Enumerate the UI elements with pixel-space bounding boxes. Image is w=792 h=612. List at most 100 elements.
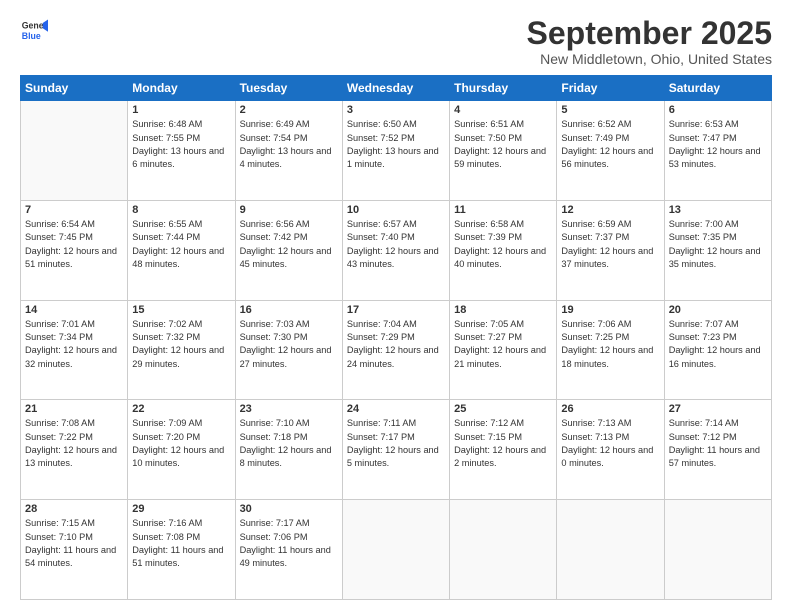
calendar-cell: 22Sunrise: 7:09 AMSunset: 7:20 PMDayligh… bbox=[128, 400, 235, 500]
day-info: Sunrise: 7:16 AMSunset: 7:08 PMDaylight:… bbox=[132, 517, 230, 570]
day-info: Sunrise: 7:06 AMSunset: 7:25 PMDaylight:… bbox=[561, 318, 659, 371]
day-info: Sunrise: 7:08 AMSunset: 7:22 PMDaylight:… bbox=[25, 417, 123, 470]
day-number: 10 bbox=[347, 204, 445, 216]
header: General Blue September 2025 New Middleto… bbox=[20, 16, 772, 67]
day-number: 30 bbox=[240, 503, 338, 515]
calendar-cell: 9 Sunrise: 6:56 AMSunset: 7:42 PMDaylight… bbox=[235, 200, 342, 300]
day-info: Sunrise: 6:50 AMSunset: 7:52 PMDaylight:… bbox=[347, 118, 445, 171]
calendar-week-3: 14 Sunrise: 7:01 AMSunset: 7:34 PMDayligh… bbox=[21, 300, 772, 400]
logo-icon: General Blue bbox=[20, 16, 48, 44]
calendar-header-saturday: Saturday bbox=[664, 76, 771, 101]
day-info: Sunrise: 6:51 AMSunset: 7:50 PMDaylight:… bbox=[454, 118, 552, 171]
calendar-cell: 12 Sunrise: 6:59 AMSunset: 7:37 PMDayligh… bbox=[557, 200, 664, 300]
page: General Blue September 2025 New Middleto… bbox=[0, 0, 792, 612]
day-number: 17 bbox=[347, 304, 445, 316]
calendar-cell bbox=[557, 500, 664, 600]
calendar-cell bbox=[450, 500, 557, 600]
day-number: 7 bbox=[25, 204, 123, 216]
day-number: 4 bbox=[454, 104, 552, 116]
day-number: 27 bbox=[669, 403, 767, 415]
calendar-cell bbox=[342, 500, 449, 600]
calendar-cell: 14 Sunrise: 7:01 AMSunset: 7:34 PMDayligh… bbox=[21, 300, 128, 400]
day-info: Sunrise: 6:52 AMSunset: 7:49 PMDaylight:… bbox=[561, 118, 659, 171]
calendar-cell: 1 Sunrise: 6:48 AMSunset: 7:55 PMDaylight… bbox=[128, 101, 235, 201]
calendar-week-5: 28Sunrise: 7:15 AMSunset: 7:10 PMDayligh… bbox=[21, 500, 772, 600]
day-number: 3 bbox=[347, 104, 445, 116]
day-number: 18 bbox=[454, 304, 552, 316]
day-number: 9 bbox=[240, 204, 338, 216]
calendar-cell: 24 Sunrise: 7:11 AMSunset: 7:17 PMDayligh… bbox=[342, 400, 449, 500]
day-info: Sunrise: 7:17 AMSunset: 7:06 PMDaylight:… bbox=[240, 517, 338, 570]
calendar-cell: 27 Sunrise: 7:14 AMSunset: 7:12 PMDayligh… bbox=[664, 400, 771, 500]
day-info: Sunrise: 7:09 AMSunset: 7:20 PMDaylight:… bbox=[132, 417, 230, 470]
day-info: Sunrise: 7:04 AMSunset: 7:29 PMDaylight:… bbox=[347, 318, 445, 371]
day-number: 20 bbox=[669, 304, 767, 316]
day-info: Sunrise: 7:10 AMSunset: 7:18 PMDaylight:… bbox=[240, 417, 338, 470]
day-number: 25 bbox=[454, 403, 552, 415]
day-number: 1 bbox=[132, 104, 230, 116]
calendar-header-wednesday: Wednesday bbox=[342, 76, 449, 101]
day-number: 6 bbox=[669, 104, 767, 116]
day-number: 12 bbox=[561, 204, 659, 216]
day-info: Sunrise: 7:11 AMSunset: 7:17 PMDaylight:… bbox=[347, 417, 445, 470]
day-info: Sunrise: 6:59 AMSunset: 7:37 PMDaylight:… bbox=[561, 218, 659, 271]
calendar-cell: 29Sunrise: 7:16 AMSunset: 7:08 PMDayligh… bbox=[128, 500, 235, 600]
calendar-cell: 21Sunrise: 7:08 AMSunset: 7:22 PMDayligh… bbox=[21, 400, 128, 500]
calendar-cell: 13 Sunrise: 7:00 AMSunset: 7:35 PMDayligh… bbox=[664, 200, 771, 300]
day-info: Sunrise: 6:48 AMSunset: 7:55 PMDaylight:… bbox=[132, 118, 230, 171]
day-number: 24 bbox=[347, 403, 445, 415]
day-number: 11 bbox=[454, 204, 552, 216]
day-info: Sunrise: 7:01 AMSunset: 7:34 PMDaylight:… bbox=[25, 318, 123, 371]
day-number: 23 bbox=[240, 403, 338, 415]
calendar-cell: 4 Sunrise: 6:51 AMSunset: 7:50 PMDaylight… bbox=[450, 101, 557, 201]
svg-text:Blue: Blue bbox=[22, 31, 41, 41]
calendar-week-2: 7 Sunrise: 6:54 AMSunset: 7:45 PMDaylight… bbox=[21, 200, 772, 300]
day-number: 26 bbox=[561, 403, 659, 415]
day-info: Sunrise: 7:02 AMSunset: 7:32 PMDaylight:… bbox=[132, 318, 230, 371]
day-info: Sunrise: 7:14 AMSunset: 7:12 PMDaylight:… bbox=[669, 417, 767, 470]
day-info: Sunrise: 7:13 AMSunset: 7:13 PMDaylight:… bbox=[561, 417, 659, 470]
calendar-cell: 16 Sunrise: 7:03 AMSunset: 7:30 PMDayligh… bbox=[235, 300, 342, 400]
day-info: Sunrise: 7:05 AMSunset: 7:27 PMDaylight:… bbox=[454, 318, 552, 371]
calendar-cell bbox=[664, 500, 771, 600]
calendar-cell: 18 Sunrise: 7:05 AMSunset: 7:27 PMDayligh… bbox=[450, 300, 557, 400]
calendar-header-row: SundayMondayTuesdayWednesdayThursdayFrid… bbox=[21, 76, 772, 101]
day-info: Sunrise: 7:12 AMSunset: 7:15 PMDaylight:… bbox=[454, 417, 552, 470]
day-number: 14 bbox=[25, 304, 123, 316]
day-info: Sunrise: 7:00 AMSunset: 7:35 PMDaylight:… bbox=[669, 218, 767, 271]
calendar-week-1: 1 Sunrise: 6:48 AMSunset: 7:55 PMDaylight… bbox=[21, 101, 772, 201]
day-info: Sunrise: 6:57 AMSunset: 7:40 PMDaylight:… bbox=[347, 218, 445, 271]
day-info: Sunrise: 6:56 AMSunset: 7:42 PMDaylight:… bbox=[240, 218, 338, 271]
day-info: Sunrise: 7:07 AMSunset: 7:23 PMDaylight:… bbox=[669, 318, 767, 371]
calendar-header-monday: Monday bbox=[128, 76, 235, 101]
day-info: Sunrise: 6:54 AMSunset: 7:45 PMDaylight:… bbox=[25, 218, 123, 271]
logo: General Blue bbox=[20, 16, 48, 44]
calendar-cell: 28Sunrise: 7:15 AMSunset: 7:10 PMDayligh… bbox=[21, 500, 128, 600]
calendar-cell: 20 Sunrise: 7:07 AMSunset: 7:23 PMDayligh… bbox=[664, 300, 771, 400]
day-info: Sunrise: 7:03 AMSunset: 7:30 PMDaylight:… bbox=[240, 318, 338, 371]
month-title: September 2025 bbox=[527, 16, 772, 51]
calendar-cell: 8Sunrise: 6:55 AMSunset: 7:44 PMDaylight… bbox=[128, 200, 235, 300]
calendar-cell: 19 Sunrise: 7:06 AMSunset: 7:25 PMDayligh… bbox=[557, 300, 664, 400]
calendar-header-tuesday: Tuesday bbox=[235, 76, 342, 101]
calendar-week-4: 21Sunrise: 7:08 AMSunset: 7:22 PMDayligh… bbox=[21, 400, 772, 500]
day-number: 2 bbox=[240, 104, 338, 116]
day-info: Sunrise: 6:49 AMSunset: 7:54 PMDaylight:… bbox=[240, 118, 338, 171]
calendar-cell: 10 Sunrise: 6:57 AMSunset: 7:40 PMDayligh… bbox=[342, 200, 449, 300]
calendar-cell: 3 Sunrise: 6:50 AMSunset: 7:52 PMDaylight… bbox=[342, 101, 449, 201]
calendar-cell: 23 Sunrise: 7:10 AMSunset: 7:18 PMDayligh… bbox=[235, 400, 342, 500]
day-number: 19 bbox=[561, 304, 659, 316]
calendar-cell: 11Sunrise: 6:58 AMSunset: 7:39 PMDayligh… bbox=[450, 200, 557, 300]
calendar-cell: 6Sunrise: 6:53 AMSunset: 7:47 PMDaylight… bbox=[664, 101, 771, 201]
calendar-cell bbox=[21, 101, 128, 201]
day-number: 13 bbox=[669, 204, 767, 216]
day-info: Sunrise: 6:55 AMSunset: 7:44 PMDaylight:… bbox=[132, 218, 230, 271]
calendar-cell: 5Sunrise: 6:52 AMSunset: 7:49 PMDaylight… bbox=[557, 101, 664, 201]
location: New Middletown, Ohio, United States bbox=[527, 51, 772, 67]
title-block: September 2025 New Middletown, Ohio, Uni… bbox=[527, 16, 772, 67]
calendar-header-friday: Friday bbox=[557, 76, 664, 101]
day-info: Sunrise: 7:15 AMSunset: 7:10 PMDaylight:… bbox=[25, 517, 123, 570]
day-number: 16 bbox=[240, 304, 338, 316]
calendar-header-thursday: Thursday bbox=[450, 76, 557, 101]
calendar-header-sunday: Sunday bbox=[21, 76, 128, 101]
